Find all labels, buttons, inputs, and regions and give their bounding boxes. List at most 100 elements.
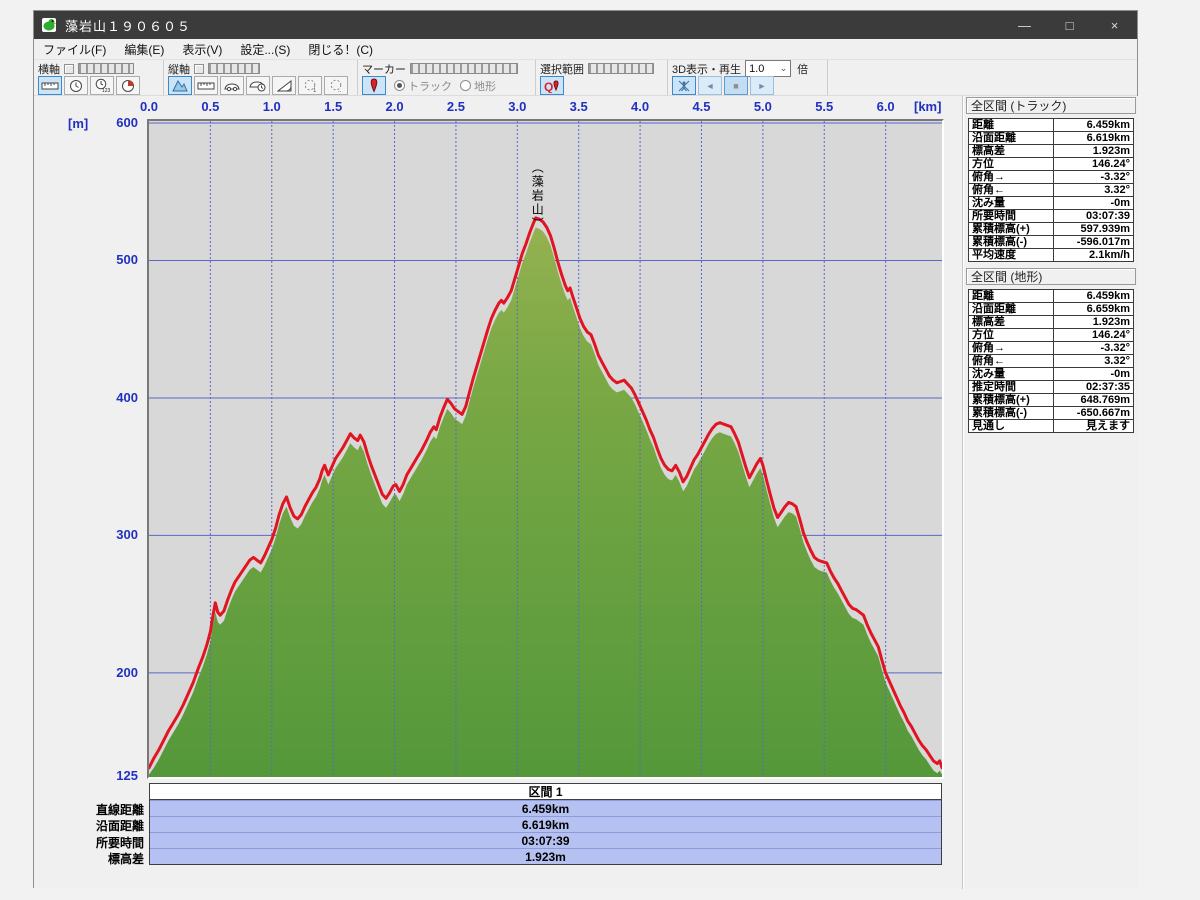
marker-track-radio[interactable]: トラック [394, 78, 452, 94]
stat-value: 1.923m [1054, 145, 1134, 158]
vaxis-ghost1-button[interactable]: 1 [298, 76, 322, 95]
minimize-icon[interactable]: — [1002, 11, 1047, 39]
play-button[interactable]: ► [750, 76, 774, 95]
selection-balloon-button[interactable]: Q [540, 76, 564, 95]
x-tick-label: 2.0 [378, 99, 412, 114]
marker-trackbar[interactable] [410, 63, 518, 74]
stat-row: 方位146.24° [969, 158, 1134, 171]
menu-view[interactable]: 表示(V) [173, 39, 231, 59]
radio-terrain-icon[interactable] [460, 80, 471, 91]
stat-row: 距離6.459km [969, 119, 1134, 132]
stat-label: 平均速度 [969, 249, 1054, 262]
dashed-circle-2-icon: .. [329, 79, 344, 93]
stat-value: 03:07:39 [1054, 210, 1134, 223]
rewind-button[interactable]: ◄ [698, 76, 722, 95]
x-tick-label: 0.5 [193, 99, 227, 114]
stat-label: 方位 [969, 329, 1054, 342]
stat-row: 俯角→-3.32° [969, 342, 1134, 355]
stat-value: 02:37:35 [1054, 381, 1134, 394]
stat-value: 1.923m [1054, 316, 1134, 329]
menu-bar: ファイル(F) 編集(E) 表示(V) 設定...(S) 閉じる！(C) [34, 39, 1137, 60]
peak-annotation: （藻岩山） [529, 161, 546, 231]
playback-speed-select[interactable]: 1.0 ⌄ [745, 60, 791, 77]
stat-label: 累積標高(+) [969, 394, 1054, 407]
close-icon[interactable]: × [1092, 11, 1137, 39]
stat-row: 俯角←3.32° [969, 184, 1134, 197]
stat-row: 累積標高(-)-596.017m [969, 236, 1134, 249]
haxis-trackbar[interactable] [78, 63, 134, 74]
stat-value: -0m [1054, 368, 1134, 381]
toolbar-group-haxis: 横軸 123 [34, 60, 164, 95]
haxis-distance-button[interactable] [38, 76, 62, 95]
stat-row: 見通し見えます [969, 420, 1134, 433]
clock-numbers-icon: 123 [94, 78, 110, 93]
stat-value: 3.32° [1054, 355, 1134, 368]
stat-value: -596.017m [1054, 236, 1134, 249]
ruler-icon [197, 80, 215, 92]
stats-terrain-table: 距離6.459km 沿面距離6.659km 標高差1.923m 方位146.24… [968, 289, 1134, 433]
playback-label: 3D表示・再生 [672, 61, 741, 77]
menu-edit[interactable]: 編集(E) [115, 39, 173, 59]
vaxis-distance-button[interactable] [194, 76, 218, 95]
menu-close[interactable]: 閉じる！(C) [299, 39, 382, 59]
x-tick-label: 4.0 [623, 99, 657, 114]
stat-label: 推定時間 [969, 381, 1054, 394]
chevron-down-icon[interactable]: ⌄ [777, 63, 790, 74]
stat-label: 沈み量 [969, 197, 1054, 210]
stop-button[interactable]: ■ [724, 76, 748, 95]
haxis-time-button[interactable] [64, 76, 88, 95]
balloon-pin-icon: Q [543, 79, 561, 93]
vaxis-slope-button[interactable] [272, 76, 296, 95]
dashed-circle-1-icon: 1 [303, 79, 318, 93]
vaxis-mini-button[interactable] [194, 64, 204, 74]
stats-terrain-title: 全区間 (地形) [966, 268, 1136, 285]
stat-value: -3.32° [1054, 171, 1134, 184]
radio-track-icon[interactable] [394, 80, 405, 91]
section-row-value: 03:07:39 [150, 832, 941, 848]
playback-speed-value: 1.0 [746, 63, 777, 75]
haxis-clocktime-button[interactable]: 123 [90, 76, 114, 95]
x-tick-label: 6.0 [869, 99, 903, 114]
vaxis-ghost2-button[interactable]: .. [324, 76, 348, 95]
vaxis-trackbar[interactable] [208, 63, 260, 74]
haxis-pace-button[interactable] [116, 76, 140, 95]
stat-row: 方位146.24° [969, 329, 1134, 342]
marker-terrain-radio[interactable]: 地形 [460, 78, 496, 94]
vaxis-elevation-button[interactable] [168, 76, 192, 95]
stat-label: 沿面距離 [969, 132, 1054, 145]
menu-settings[interactable]: 設定...(S) [231, 39, 299, 59]
section-title: 区間 1 [150, 784, 941, 800]
playback-3d-button[interactable] [672, 76, 696, 95]
vaxis-speed-time-button[interactable] [246, 76, 270, 95]
stat-value: -0m [1054, 197, 1134, 210]
stats-track-table: 距離6.459km 沿面距離6.619km 標高差1.923m 方位146.24… [968, 118, 1134, 262]
selection-label: 選択範囲 [540, 61, 584, 77]
section-row-label: 標高差 [52, 850, 144, 867]
stats-track-title: 全区間 (トラック) [966, 97, 1136, 114]
stat-value: -3.32° [1054, 342, 1134, 355]
stat-value: 6.459km [1054, 119, 1134, 132]
walk-3d-icon [677, 79, 691, 93]
menu-file[interactable]: ファイル(F) [34, 39, 115, 59]
stat-row: 標高差1.923m [969, 316, 1134, 329]
x-tick-label: 1.0 [255, 99, 289, 114]
stat-row: 沈み量-0m [969, 197, 1134, 210]
rewind-icon: ◄ [706, 81, 715, 91]
maximize-icon[interactable]: □ [1047, 11, 1092, 39]
stat-label: 累積標高(-) [969, 407, 1054, 420]
stat-label: 俯角← [969, 355, 1054, 368]
stat-label: 累積標高(+) [969, 223, 1054, 236]
stat-label: 累積標高(-) [969, 236, 1054, 249]
x-tick-label: 1.5 [316, 99, 350, 114]
stat-row: 累積標高(-)-650.667m [969, 407, 1134, 420]
x-tick-label: 2.5 [439, 99, 473, 114]
marker-pin-button[interactable] [362, 76, 386, 95]
haxis-mini-button[interactable] [64, 64, 74, 74]
section-row-value: 6.459km [150, 800, 941, 816]
y-tick-label: 600 [104, 115, 138, 130]
stat-label: 見通し [969, 420, 1054, 433]
vaxis-speed-button[interactable] [220, 76, 244, 95]
selection-trackbar[interactable] [588, 63, 654, 74]
stat-value: 146.24° [1054, 158, 1134, 171]
stat-label: 標高差 [969, 316, 1054, 329]
